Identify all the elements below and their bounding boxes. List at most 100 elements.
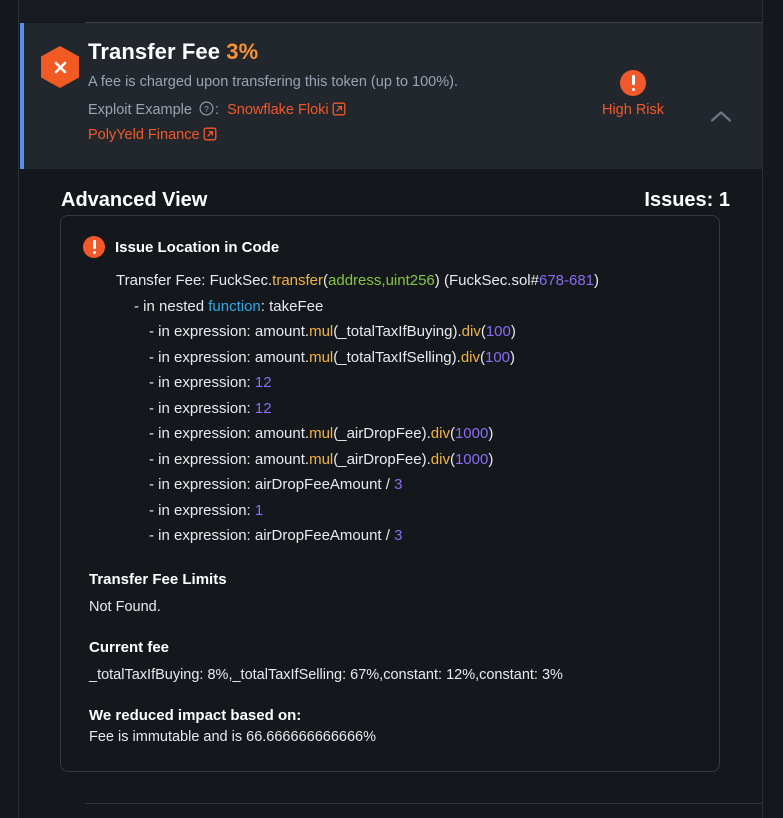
code-token: (_totalTaxIfBuying). bbox=[333, 323, 462, 340]
alert-title-text: Transfer Fee bbox=[88, 39, 221, 64]
code-token: (_totalTaxIfSelling). bbox=[333, 348, 461, 366]
code-line: - in expression: amount.mul(_airDropFee)… bbox=[116, 421, 697, 447]
code-token: mul bbox=[309, 450, 334, 468]
code-line: - in expression: airDropFeeAmount / 3 bbox=[116, 523, 697, 549]
issues-count: Issues: 1 bbox=[644, 189, 730, 211]
code-token: mul bbox=[309, 425, 334, 442]
code-token: (_airDropFee). bbox=[333, 450, 431, 468]
code-token: ) bbox=[488, 425, 494, 442]
code-token: - in expression: bbox=[149, 399, 255, 417]
code-line: - in expression: 12 bbox=[116, 396, 697, 422]
external-link-icon bbox=[332, 101, 346, 124]
code-trace-block: Transfer Fee: FuckSec.transfer(address,u… bbox=[83, 268, 697, 549]
question-circle-icon[interactable]: ? bbox=[199, 101, 214, 124]
code-token: 100 bbox=[485, 348, 511, 366]
hexagon-x-icon bbox=[41, 46, 79, 88]
code-token: ) (FuckSec.sol# bbox=[434, 272, 539, 289]
code-line: - in expression: amount.mul(_totalTaxIfS… bbox=[116, 345, 697, 371]
code-token: Transfer Fee: FuckSec. bbox=[116, 272, 273, 289]
page-title: Advanced View bbox=[61, 189, 208, 211]
content-panel: Transfer Fee 3% A fee is charged upon tr… bbox=[19, 0, 783, 818]
issue-card-title: Issue Location in Code bbox=[115, 238, 280, 256]
code-token: - in expression: amount. bbox=[149, 323, 310, 340]
code-token: ) bbox=[510, 323, 516, 340]
code-token: 3 bbox=[394, 476, 403, 493]
code-line: - in expression: amount.mul(_totalTaxIfB… bbox=[116, 319, 697, 345]
code-token: - in expression: bbox=[149, 374, 255, 391]
code-line: Transfer Fee: FuckSec.transfer(address,u… bbox=[116, 268, 697, 294]
issue-location-card: Issue Location in Code Transfer Fee: Fuc… bbox=[60, 215, 720, 772]
bottom-divider bbox=[85, 803, 765, 804]
code-token: - in nested bbox=[134, 297, 209, 315]
code-token: div bbox=[461, 323, 481, 340]
exploit-link-label: PolyYeld Finance bbox=[88, 127, 200, 143]
status-badge: High Risk bbox=[585, 70, 681, 118]
code-token: - in expression: airDropFeeAmount / bbox=[149, 476, 395, 493]
right-edge-divider bbox=[762, 0, 763, 818]
code-line: - in expression: amount.mul(_airDropFee)… bbox=[116, 447, 697, 473]
exclamation-circle-icon bbox=[620, 70, 646, 96]
code-token: ) bbox=[510, 348, 516, 366]
code-line: - in expression: airDropFeeAmount / 3 bbox=[116, 472, 697, 498]
code-token: - in expression: airDropFeeAmount / bbox=[149, 527, 395, 544]
exploit-link-snowflake-floki[interactable]: Snowflake Floki bbox=[227, 102, 346, 118]
detail-section-title: Current fee bbox=[89, 638, 170, 656]
issue-card-header: Issue Location in Code bbox=[83, 236, 697, 258]
code-line: - in expression: 1 bbox=[116, 498, 697, 524]
detail-section: Current fee _totalTaxIfBuying: 8%,_totalT… bbox=[83, 639, 697, 685]
detail-section-title: Transfer Fee Limits bbox=[89, 570, 227, 588]
collapse-toggle-button[interactable] bbox=[704, 101, 738, 131]
top-strip bbox=[19, 0, 783, 22]
code-token: 1000 bbox=[454, 450, 489, 468]
exclamation-circle-icon bbox=[83, 236, 105, 258]
detail-section-text: _totalTaxIfBuying: 8%,_totalTaxIfSelling… bbox=[89, 666, 563, 683]
code-token: : takeFee bbox=[260, 297, 324, 315]
code-token: - in expression: amount. bbox=[149, 425, 310, 442]
left-gutter bbox=[0, 0, 18, 818]
code-token: 12 bbox=[254, 374, 272, 391]
code-token: 100 bbox=[485, 323, 511, 340]
code-token: 1000 bbox=[454, 425, 489, 442]
code-line: - in nested function: takeFee bbox=[116, 294, 697, 320]
detail-section-title: We reduced impact based on: bbox=[89, 706, 302, 724]
exploit-link-polyyeld-finance[interactable]: PolyYeld Finance bbox=[88, 127, 217, 143]
code-token: 12 bbox=[254, 399, 272, 417]
alert-body: Transfer Fee 3% A fee is charged upon tr… bbox=[88, 37, 558, 149]
detail-section: We reduced impact based on: Fee is immuta… bbox=[83, 707, 697, 747]
chevron-up-icon bbox=[710, 110, 732, 122]
code-token: function bbox=[208, 297, 261, 315]
svg-text:?: ? bbox=[204, 104, 209, 114]
code-token: - in expression: amount. bbox=[149, 450, 310, 468]
alert-accent-bar bbox=[20, 23, 24, 169]
exploit-example-label: Exploit Example bbox=[88, 102, 192, 118]
transfer-fee-alert[interactable]: Transfer Fee 3% A fee is charged upon tr… bbox=[20, 23, 764, 169]
code-line: - in expression: 12 bbox=[116, 370, 697, 396]
code-token: div bbox=[460, 348, 480, 366]
alert-percent: 3% bbox=[226, 39, 259, 64]
code-token: ) bbox=[594, 272, 600, 289]
details-sections: Transfer Fee Limits Not Found. Current fee… bbox=[83, 571, 697, 747]
code-token: div bbox=[430, 450, 450, 468]
detail-section-text: Not Found. bbox=[89, 598, 161, 615]
code-token: 3 bbox=[394, 527, 403, 544]
code-token: (_airDropFee). bbox=[333, 425, 431, 442]
detail-section-text: Fee is immutable and is 66.666666666666% bbox=[89, 728, 376, 745]
code-token: - in expression: amount. bbox=[149, 348, 310, 366]
external-link-icon bbox=[203, 126, 217, 149]
code-token: address,uint256 bbox=[328, 272, 435, 289]
risk-label: High Risk bbox=[601, 102, 665, 118]
code-token: transfer bbox=[272, 272, 324, 289]
code-token: - in expression: bbox=[149, 501, 255, 519]
alert-description: A fee is charged upon transfering this t… bbox=[88, 74, 458, 90]
code-token: div bbox=[430, 425, 450, 442]
panel-root: Transfer Fee 3% A fee is charged upon tr… bbox=[0, 0, 783, 818]
code-token: 1 bbox=[254, 501, 264, 519]
alert-title: Transfer Fee 3% bbox=[88, 37, 558, 67]
exploit-example-row: Exploit Example ? : Snowflake Floki Poly… bbox=[88, 99, 558, 149]
code-token: mul bbox=[309, 348, 334, 366]
exploit-colon: : bbox=[215, 102, 220, 118]
detail-section: Transfer Fee Limits Not Found. bbox=[83, 571, 697, 617]
right-edge bbox=[762, 0, 783, 818]
code-token: ) bbox=[488, 450, 494, 468]
code-token: mul bbox=[309, 323, 334, 340]
